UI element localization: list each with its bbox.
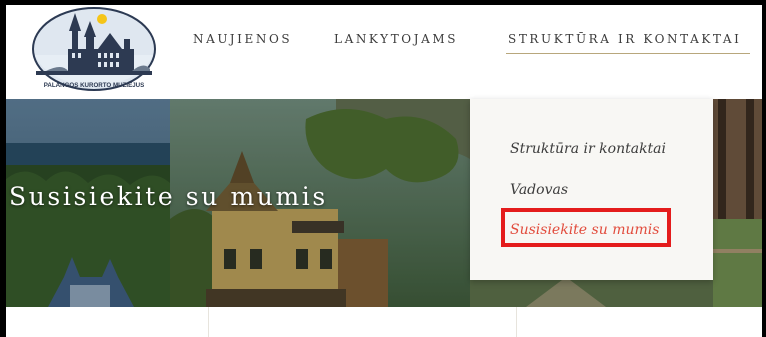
site-header: PALANGOS KURORTO MUZIEJUS NAUJIENOS LANK… [6, 5, 762, 99]
hero-title: Susisiekite su mumis [9, 182, 328, 211]
dropdown-item-struktura[interactable]: Struktūra ir kontaktai [510, 141, 666, 157]
column-divider [516, 307, 517, 337]
nav-dropdown-menu: Struktūra ir kontaktai Vadovas Susisieki… [470, 99, 713, 280]
content-area [6, 307, 762, 337]
nav-struktura-ir-kontaktai[interactable]: STRUKTŪRA IR KONTAKTAI [508, 32, 741, 46]
page: PALANGOS KURORTO MUZIEJUS NAUJIENOS LANK… [6, 5, 762, 337]
active-nav-underline [506, 53, 750, 54]
dropdown-item-vadovas[interactable]: Vadovas [510, 182, 568, 198]
logo-caption: PALANGOS KURORTO MUZIEJUS [44, 82, 145, 89]
annotation-highlight-box [501, 208, 671, 247]
museum-logo[interactable]: PALANGOS KURORTO MUZIEJUS [32, 7, 156, 92]
column-divider [208, 307, 209, 337]
nav-naujienos[interactable]: NAUJIENOS [193, 32, 292, 46]
nav-lankytojams[interactable]: LANKYTOJAMS [334, 32, 458, 46]
